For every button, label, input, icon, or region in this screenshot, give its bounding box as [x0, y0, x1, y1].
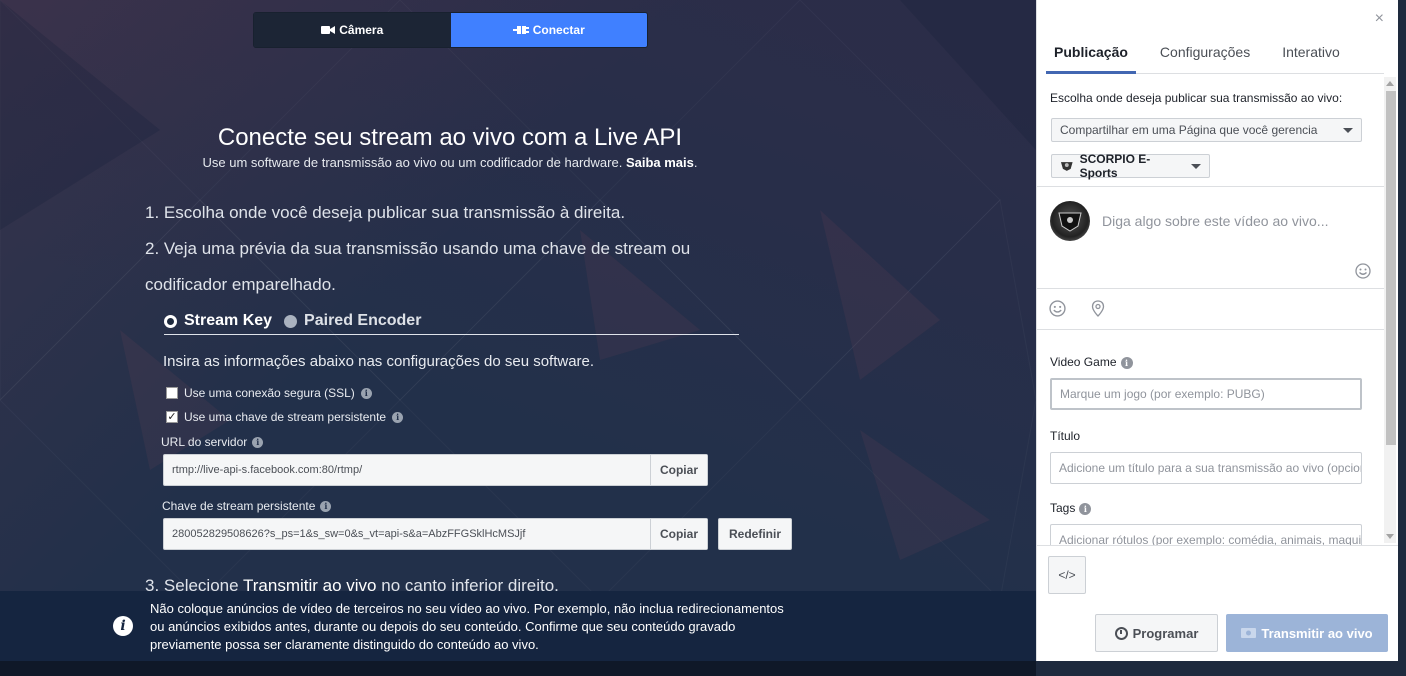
stream-key-value[interactable]: 280052829508626?s_ps=1&s_sw=0&s_vt=api-s… [164, 528, 650, 540]
plug-icon [512, 26, 529, 34]
tab-configuracoes[interactable]: Configurações [1152, 34, 1258, 74]
radio-unselected-icon [284, 314, 298, 328]
chevron-down-icon [1343, 127, 1353, 133]
go-live-button-label: Transmitir ao vivo [1261, 625, 1373, 641]
persistent-key-option: ✓ Use uma chave de stream persistente i [166, 410, 404, 424]
tags-label-text: Tags [1050, 501, 1076, 515]
page-subtitle: Use um software de transmissão ao vivo o… [202, 155, 698, 170]
info-icon[interactable]: i [320, 500, 332, 512]
video-game-label-text: Video Game [1050, 355, 1117, 369]
tab-camera[interactable]: Câmera [254, 13, 451, 47]
server-url-value[interactable]: rtmp://live-api-s.facebook.com:80/rtmp/ [164, 464, 650, 476]
step-1: 1. Escolha onde você deseja publicar sua… [145, 203, 626, 222]
info-icon[interactable]: i [252, 436, 264, 448]
divider [1037, 186, 1385, 187]
tab-camera-label: Câmera [339, 23, 384, 37]
persistent-key-checkbox[interactable]: ✓ [166, 411, 178, 423]
go-live-button[interactable]: Transmitir ao vivo [1226, 614, 1388, 652]
tags-input[interactable]: Adicionar rótulos (por exemplo: comédia,… [1050, 524, 1362, 545]
scroll-thumb[interactable] [1386, 91, 1396, 445]
ssl-option: Use uma conexão segura (SSL) i [166, 386, 372, 400]
chevron-down-icon [1191, 163, 1201, 169]
mode-selector: Stream Key Paired Encoder [164, 308, 739, 335]
radio-paired-encoder-label: Paired Encoder [304, 312, 422, 329]
panel-scrollbar[interactable] [1384, 77, 1396, 543]
tags-label: Tags i [1050, 501, 1092, 515]
close-icon[interactable]: × [1375, 10, 1384, 28]
instructions-text: Insira as informações abaixo nas configu… [163, 353, 595, 370]
tab-connect[interactable]: Conectar [450, 13, 647, 47]
scroll-down-icon[interactable] [1386, 534, 1394, 539]
shield-icon [1058, 212, 1082, 232]
post-text-input[interactable]: Diga algo sobre este vídeo ao vivo... [1102, 213, 1328, 229]
divider [1037, 545, 1399, 546]
feeling-icon[interactable] [1049, 300, 1066, 321]
step-2: 2. Veja uma prévia da sua transmissão us… [145, 239, 691, 294]
video-camera-icon [321, 26, 336, 34]
copy-server-url-button[interactable]: Copiar [650, 455, 707, 485]
divider [1037, 288, 1385, 289]
background-pattern [0, 0, 1036, 676]
reset-key-button[interactable]: Redefinir [718, 518, 792, 550]
notice-text: Não coloque anúncios de vídeo de terceir… [150, 601, 784, 652]
title-input[interactable]: Adicione um título para a sua transmissã… [1050, 452, 1362, 484]
code-icon: </> [1058, 568, 1076, 582]
tab-publicacao[interactable]: Publicação [1046, 34, 1136, 74]
ssl-checkbox[interactable] [166, 387, 178, 399]
info-icon[interactable]: i [360, 387, 372, 399]
publish-destination-select[interactable]: Compartilhar em uma Página que você gere… [1051, 118, 1362, 142]
stream-key-label-text: Chave de stream persistente [162, 499, 316, 513]
copy-stream-key-button[interactable]: Copiar [650, 519, 707, 549]
info-icon[interactable]: i [1079, 502, 1092, 515]
server-url-label: URL do servidor i [161, 435, 264, 449]
info-icon[interactable]: i [1120, 356, 1133, 369]
page-select-value: SCORPIO E-Sports [1079, 152, 1151, 180]
subtitle-text: Use um software de transmissão ao vivo o… [202, 155, 623, 170]
panel-scroll-area: Escolha onde deseja publicar sua transmi… [1037, 75, 1399, 545]
bottom-strip [0, 661, 1036, 676]
video-camera-icon [1241, 628, 1257, 638]
server-url-label-text: URL do servidor [161, 435, 248, 449]
clock-icon [1114, 626, 1128, 640]
publish-where-label: Escolha onde deseja publicar sua transmi… [1050, 91, 1343, 105]
radio-paired-encoder[interactable]: Paired Encoder [284, 312, 421, 330]
schedule-button[interactable]: Programar [1095, 614, 1218, 652]
radio-stream-key[interactable]: Stream Key [164, 312, 272, 330]
location-pin-icon[interactable] [1091, 300, 1105, 321]
stream-key-field: 280052829508626?s_ps=1&s_sw=0&s_vt=api-s… [163, 518, 708, 550]
server-url-field: rtmp://live-api-s.facebook.com:80/rtmp/ … [163, 454, 708, 486]
radio-stream-key-label: Stream Key [184, 312, 273, 329]
emoji-icon[interactable] [1355, 263, 1371, 283]
page-select[interactable]: SCORPIO E-Sports [1051, 152, 1210, 180]
ssl-label: Use uma conexão segura (SSL) [184, 386, 355, 400]
tab-connect-label: Conectar [532, 23, 585, 37]
video-game-label: Video Game i [1050, 355, 1133, 369]
tab-interativo[interactable]: Interativo [1274, 34, 1348, 74]
ad-policy-notice: i Não coloque anúncios de vídeo de terce… [0, 591, 1036, 661]
avatar [1050, 201, 1090, 241]
stream-key-label: Chave de stream persistente i [162, 499, 332, 513]
persistent-key-label: Use uma chave de stream persistente [184, 410, 387, 424]
source-tabs: Câmera Conectar [253, 12, 648, 48]
radio-selected-icon [164, 314, 177, 328]
schedule-button-label: Programar [1132, 625, 1199, 641]
title-label: Título [1050, 429, 1081, 443]
publish-destination-value: Compartilhar em uma Página que você gere… [1060, 123, 1318, 137]
divider [1037, 329, 1385, 330]
window-edge [1398, 0, 1406, 676]
video-game-input[interactable]: Marque um jogo (por exemplo: PUBG) [1050, 378, 1362, 410]
panel-tabs: Publicação Configurações Interativo [1046, 34, 1384, 74]
info-icon[interactable]: i [392, 411, 404, 423]
page-logo-icon [1060, 162, 1073, 171]
scroll-up-icon[interactable] [1386, 81, 1394, 86]
info-icon: i [113, 616, 133, 636]
embed-code-button[interactable]: </> [1048, 556, 1086, 594]
publish-panel: × Publicação Configurações Interativo Es… [1036, 0, 1399, 661]
page-title: Conecte seu stream ao vivo com a Live AP… [217, 124, 683, 151]
learn-more-link[interactable]: Saiba mais [626, 155, 694, 170]
